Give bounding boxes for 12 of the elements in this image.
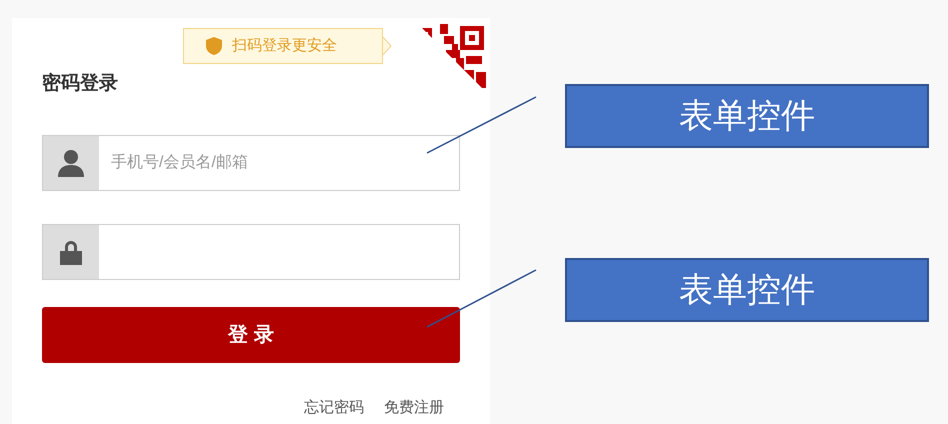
password-field[interactable] <box>42 224 460 280</box>
callout-label: 表单控件 <box>565 258 929 322</box>
scan-tip-text: 扫码登录更安全 <box>232 36 337 56</box>
lock-icon <box>60 238 82 264</box>
user-icon <box>58 148 84 176</box>
text-link[interactable]: 免费注册 <box>384 396 444 419</box>
login-button[interactable]: 登 录 <box>42 306 460 362</box>
text-link[interactable]: 忘记密码 <box>304 396 364 419</box>
username-field[interactable]: 手机号/会员名/邮箱 <box>42 134 460 190</box>
callout-label: 表单控件 <box>565 84 929 148</box>
form-title: 密码登录 <box>42 72 119 96</box>
shield-icon <box>206 37 222 55</box>
